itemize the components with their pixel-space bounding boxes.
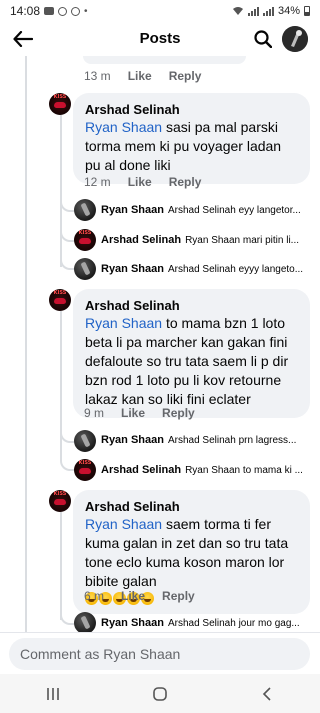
reply-avatar[interactable] — [74, 258, 96, 280]
comment-time: 12 m — [84, 175, 111, 189]
comment-meta: 9 m Like Reply — [84, 406, 212, 420]
reply-preview: Arshad Selinah jour mo gag... — [167, 617, 300, 629]
battery-percent: 34% — [277, 5, 300, 17]
profile-avatar-button[interactable] — [282, 26, 308, 52]
status-bar: 14:08 • 34% — [0, 0, 320, 22]
like-button[interactable]: Like — [128, 175, 152, 189]
notification-icon-2 — [71, 6, 81, 16]
comment-time: 6 m — [84, 589, 105, 603]
reply-button[interactable]: Reply — [162, 589, 195, 603]
comment-text: Ryan Shaan sasi pa mal parski torma mem … — [85, 119, 282, 173]
status-left: 14:08 • — [10, 4, 88, 18]
reply-line — [60, 512, 62, 620]
reply-preview: Arshad Selinah eyy langetor... — [167, 204, 301, 216]
mention-link[interactable]: Ryan Shaan — [85, 119, 162, 135]
gallery-notification-icon — [44, 7, 55, 15]
thread-line — [25, 56, 27, 632]
collapsed-reply[interactable]: Ryan Shaan Arshad Selinah prn lagress... — [101, 434, 313, 446]
collapsed-reply[interactable]: Ryan Shaan Arshad Selinah eyy langetor..… — [101, 204, 313, 216]
reply-preview: Ryan Shaan to mama ki ... — [185, 464, 303, 476]
comment-bubble: Arshad Selinah Ryan Shaan sasi pa mal pa… — [73, 93, 310, 184]
commenter-avatar[interactable]: KISS — [49, 289, 71, 311]
comment-text: Ryan Shaan to mama bzn 1 loto beta li pa… — [85, 315, 289, 407]
system-nav-bar — [0, 674, 320, 713]
header: Posts — [0, 22, 320, 56]
chevron-left-icon — [262, 686, 271, 701]
reply-preview: Arshad Selinah eyyy langeto... — [167, 263, 304, 275]
wifi-icon — [232, 7, 243, 15]
comment-meta: 13 m Like Reply — [84, 69, 218, 83]
notification-icon — [58, 6, 68, 16]
commenter-avatar[interactable]: KISS — [49, 93, 71, 115]
status-time: 14:08 — [10, 4, 41, 18]
reply-avatar[interactable]: KISS — [74, 229, 96, 251]
comment-thread: 13 m Like Reply KISS Arshad Selinah Ryan… — [0, 56, 320, 632]
collapsed-reply[interactable]: Arshad Selinah Ryan Shaan to mama ki ... — [101, 464, 313, 476]
home-icon — [153, 686, 167, 701]
comment-meta: 12 m Like Reply — [84, 175, 218, 189]
reply-author: Arshad Selinah — [101, 464, 182, 476]
reply-preview: Arshad Selinah prn lagress... — [167, 434, 297, 446]
reply-connector — [60, 431, 74, 443]
reply-author: Ryan Shaan — [101, 434, 164, 446]
reply-connector — [60, 459, 74, 471]
reply-button[interactable]: Reply — [169, 69, 202, 83]
like-button[interactable]: Like — [121, 406, 145, 420]
comment-time: 13 m — [84, 69, 111, 83]
reply-avatar[interactable] — [74, 612, 96, 632]
reply-avatar[interactable] — [74, 199, 96, 221]
comment-time: 9 m — [84, 406, 105, 420]
reply-preview: Ryan Shaan mari pitin li... — [185, 234, 300, 246]
signal-icon-2 — [262, 6, 274, 16]
mention-link[interactable]: Ryan Shaan — [85, 315, 162, 331]
like-button[interactable]: Like — [121, 589, 145, 603]
mention-link[interactable]: Ryan Shaan — [85, 516, 162, 532]
search-button[interactable] — [250, 26, 276, 52]
reply-button[interactable]: Reply — [162, 406, 195, 420]
collapsed-reply[interactable]: Ryan Shaan Arshad Selinah jour mo gag... — [101, 617, 313, 629]
reply-connector — [60, 613, 74, 625]
reply-author: Arshad Selinah — [101, 234, 182, 246]
comment-author[interactable]: Arshad Selinah — [85, 297, 298, 314]
signal-icon — [247, 6, 259, 16]
reply-avatar[interactable]: KISS — [74, 459, 96, 481]
collapsed-reply[interactable]: Ryan Shaan Arshad Selinah eyyy langeto..… — [101, 263, 313, 275]
comment-composer — [0, 632, 320, 674]
previous-comment-bubble — [83, 56, 246, 64]
recents-icon — [47, 687, 60, 700]
reply-connector — [60, 258, 74, 270]
reply-avatar[interactable] — [74, 430, 96, 452]
comment-meta: 6 m Like Reply — [84, 589, 212, 603]
commenter-avatar[interactable]: KISS — [49, 490, 71, 512]
reply-connector — [60, 230, 74, 242]
comment-input[interactable] — [9, 638, 310, 670]
status-right: 34% — [232, 5, 310, 17]
search-icon — [254, 30, 272, 48]
comment-author[interactable]: Arshad Selinah — [85, 498, 298, 515]
collapsed-reply[interactable]: Arshad Selinah Ryan Shaan mari pitin li.… — [101, 234, 313, 246]
more-notifications-dot: • — [84, 5, 88, 17]
profile-avatar-icon — [282, 26, 308, 52]
battery-icon — [304, 6, 310, 16]
comment-bubble: Arshad Selinah Ryan Shaan to mama bzn 1 … — [73, 289, 310, 418]
reply-button[interactable]: Reply — [169, 175, 202, 189]
reply-author: Ryan Shaan — [101, 204, 164, 216]
screen: 14:08 • 34% Posts 13 m Like Reply KISS A… — [0, 0, 320, 713]
like-button[interactable]: Like — [128, 69, 152, 83]
reply-line — [60, 115, 62, 267]
reply-author: Ryan Shaan — [101, 263, 164, 275]
comment-author[interactable]: Arshad Selinah — [85, 101, 298, 118]
reply-author: Ryan Shaan — [101, 617, 164, 629]
comment-text: Ryan Shaan saem torma ti fer kuma galan … — [85, 516, 289, 589]
nav-back-button[interactable] — [247, 679, 287, 709]
recents-button[interactable] — [33, 679, 73, 709]
reply-connector — [60, 200, 74, 212]
home-button[interactable] — [140, 679, 180, 709]
